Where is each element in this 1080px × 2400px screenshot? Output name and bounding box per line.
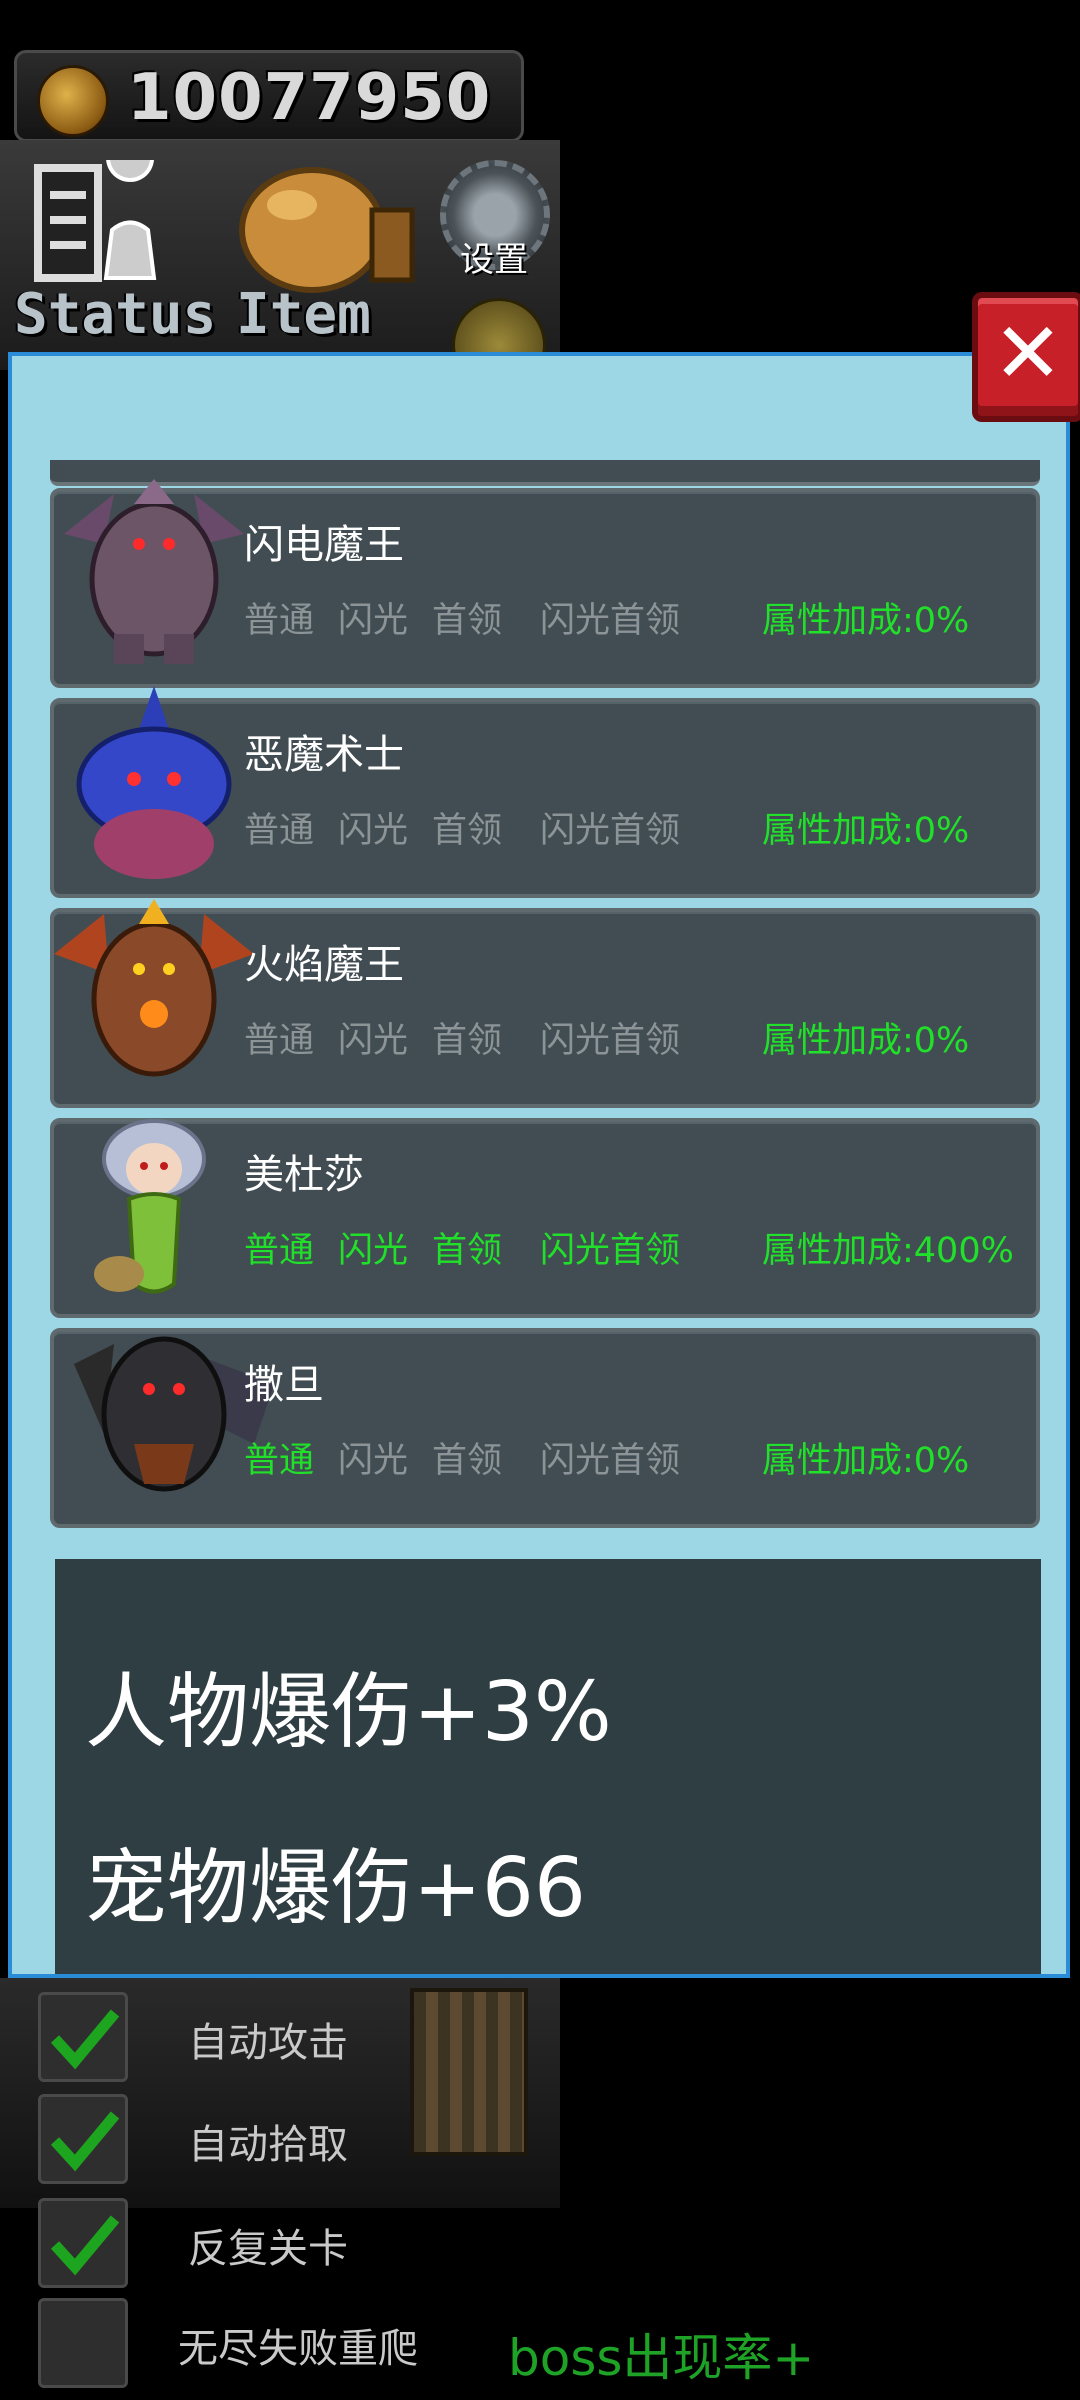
boss-rate-text: boss出现率+ [508, 2329, 815, 2387]
monster-name: 火焰魔王 [244, 942, 404, 988]
demon-sorcerer-portrait [76, 686, 232, 879]
monster-card[interactable]: 撒旦 普通 闪光 首领 闪光首领 属性加成:0% [50, 1328, 1040, 1528]
settings-label[interactable]: 设置 [460, 232, 528, 281]
coin-counter: 10077950 [14, 50, 524, 142]
tier-normal: 普通 [244, 1021, 315, 1061]
monster-card[interactable]: 恶魔术士 普通 闪光 首领 闪光首领 属性加成:0% [50, 686, 1040, 898]
tier-normal: 普通 [244, 601, 315, 641]
flame-demon-portrait [54, 899, 254, 1077]
hero-crit-damage: 人物爆伤+3% [85, 1665, 612, 1760]
item-label[interactable]: Item [236, 282, 371, 347]
tier-shiny-boss: 闪光首领 [540, 1021, 681, 1061]
check-icon [50, 2215, 120, 2276]
attribute-bonus: 属性加成:400% [762, 1231, 1014, 1271]
tier-normal: 普通 [244, 1231, 315, 1271]
checkbox[interactable] [38, 2094, 128, 2184]
toggle-label: 自动拾取 [188, 2122, 348, 2168]
monster-name: 美杜莎 [244, 1152, 364, 1198]
monster-card[interactable]: 火焰魔王 普通 闪光 首领 闪光首领 属性加成:0% [50, 899, 1040, 1108]
dungeon-door [410, 1988, 528, 2156]
tier-boss: 首领 [432, 811, 503, 851]
toggle-label: 反复关卡 [188, 2226, 348, 2272]
medusa-portrait [94, 1119, 206, 1294]
status-label[interactable]: Status [14, 282, 216, 347]
monster-card[interactable]: 美杜莎 普通 闪光 首领 闪光首领 属性加成:400% [50, 1118, 1040, 1318]
tier-shiny: 闪光 [338, 1231, 409, 1271]
monster-collection-dialog: 闪电魔王 普通 闪光 首领 闪光首领 属性加成:0% 恶魔术士 普通 闪光 首领… [8, 352, 1070, 1978]
close-button[interactable]: ✕ [972, 292, 1080, 422]
close-icon: ✕ [992, 304, 1064, 402]
checkbox[interactable] [38, 2298, 128, 2388]
monster-name: 恶魔术士 [244, 732, 404, 778]
toggle-label: 无尽失败重爬 [178, 2326, 418, 2372]
lightning-demon-portrait [64, 479, 244, 664]
attribute-bonus: 属性加成:0% [762, 1021, 970, 1061]
monster-name: 闪电魔王 [244, 522, 404, 568]
tier-shiny: 闪光 [338, 811, 409, 851]
attribute-bonus: 属性加成:0% [762, 601, 970, 641]
tier-boss: 首领 [432, 601, 503, 641]
toggle-label: 自动攻击 [188, 2020, 348, 2066]
tier-shiny: 闪光 [338, 601, 409, 641]
stats-summary: 人物爆伤+3% 宠物爆伤+66 [55, 1559, 1041, 1974]
monster-list[interactable]: 闪电魔王 普通 闪光 首领 闪光首领 属性加成:0% 恶魔术士 普通 闪光 首领… [50, 460, 1040, 1538]
tier-shiny-boss: 闪光首领 [540, 811, 681, 851]
check-icon [50, 2111, 120, 2172]
attribute-bonus: 属性加成:0% [762, 1441, 970, 1481]
tier-shiny-boss: 闪光首领 [540, 1231, 681, 1271]
tier-normal: 普通 [244, 811, 315, 851]
monster-card[interactable]: 闪电魔王 普通 闪光 首领 闪光首领 属性加成:0% [50, 479, 1040, 688]
tier-shiny-boss: 闪光首领 [540, 601, 681, 641]
monster-name: 撒旦 [244, 1362, 324, 1408]
coin-icon [37, 65, 109, 137]
satan-portrait [74, 1336, 274, 1492]
checkbox[interactable] [38, 2198, 128, 2288]
checkbox[interactable] [38, 1992, 128, 2082]
tier-shiny: 闪光 [338, 1441, 409, 1481]
tier-boss: 首领 [432, 1021, 503, 1061]
check-icon [50, 2009, 120, 2070]
tier-normal: 普通 [244, 1441, 315, 1481]
attribute-bonus: 属性加成:0% [762, 811, 970, 851]
coin-value: 10077950 [127, 61, 492, 135]
tier-boss: 首领 [432, 1441, 503, 1481]
tier-shiny-boss: 闪光首领 [540, 1441, 681, 1481]
tier-boss: 首领 [432, 1231, 503, 1271]
tier-shiny: 闪光 [338, 1021, 409, 1061]
pet-crit-damage: 宠物爆伤+66 [85, 1841, 587, 1936]
